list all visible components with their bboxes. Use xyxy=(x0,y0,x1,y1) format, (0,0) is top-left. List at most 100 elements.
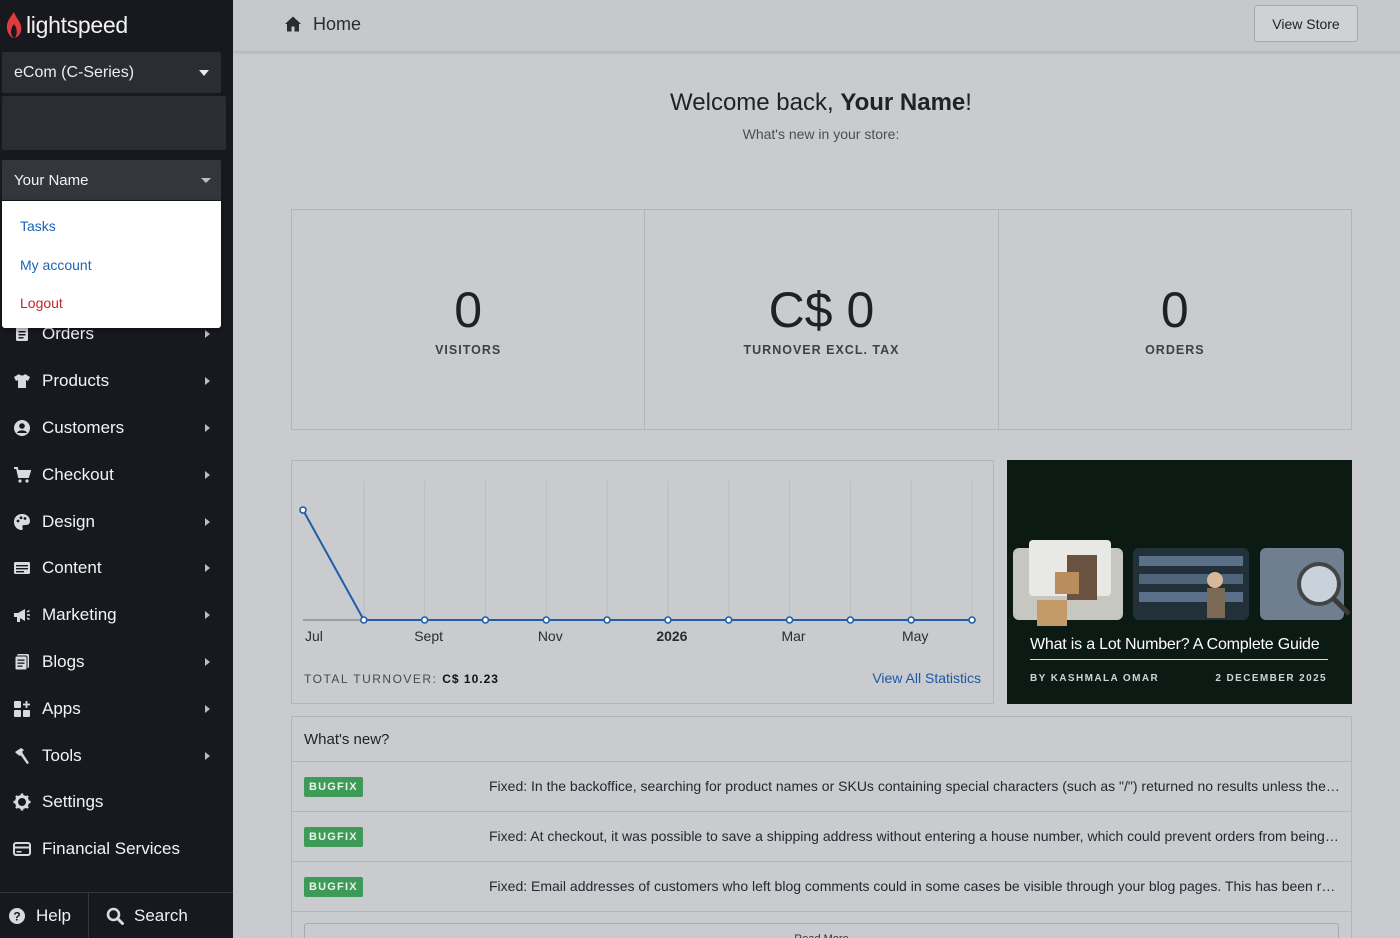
sidebar-item-label: Content xyxy=(42,558,102,578)
main-nav: Orders Products Customers Checkout Desig… xyxy=(0,311,233,873)
sidebar-item-tools[interactable]: Tools xyxy=(0,732,233,779)
chevron-right-icon xyxy=(205,470,210,479)
top-header: Home View Store xyxy=(233,0,1400,52)
help-button[interactable]: ? Help xyxy=(0,893,89,938)
bugfix-badge: BUGFIX xyxy=(304,877,363,897)
sidebar-item-blogs[interactable]: Blogs xyxy=(0,639,233,686)
data-point[interactable] xyxy=(420,616,429,624)
blog-article-card[interactable]: What is a Lot Number? A Complete Guide B… xyxy=(1007,460,1352,704)
data-point[interactable] xyxy=(299,506,307,514)
x-tick-label: Nov xyxy=(538,628,563,644)
welcome-name: Your Name xyxy=(840,89,966,116)
stat-label: TURNOVER EXCL. TAX xyxy=(743,343,900,357)
sidebar-item-apps[interactable]: Apps xyxy=(0,685,233,732)
view-store-button[interactable]: View Store xyxy=(1254,5,1358,42)
chevron-right-icon xyxy=(205,517,210,526)
sidebar-item-label: Design xyxy=(42,511,95,531)
list-item[interactable]: BUGFIX Fixed: In the backoffice, searchi… xyxy=(292,762,1351,812)
x-tick-label: Sept xyxy=(414,628,443,644)
sidebar-item-label: Checkout xyxy=(42,464,114,484)
apps-icon xyxy=(12,699,32,719)
chevron-right-icon xyxy=(205,377,210,386)
chevron-right-icon xyxy=(205,611,210,620)
chevron-right-icon xyxy=(205,704,210,713)
data-point[interactable] xyxy=(785,616,794,624)
update-text: Fixed: At checkout, it was possible to s… xyxy=(489,828,1341,844)
stat-turnover: C$ 0 TURNOVER EXCL. TAX xyxy=(645,210,999,429)
x-tick-label: 2026 xyxy=(656,628,687,644)
palette-icon xyxy=(12,512,32,532)
view-all-statistics-link[interactable]: View All Statistics xyxy=(872,670,981,686)
chevron-right-icon xyxy=(205,657,210,666)
sidebar-item-products[interactable]: Products xyxy=(0,358,233,405)
data-point[interactable] xyxy=(664,616,672,624)
welcome-suffix: ! xyxy=(965,89,972,116)
help-label: Help xyxy=(36,905,71,925)
sidebar: lightspeed eCom (C-Series) Your Name Ord… xyxy=(0,0,233,938)
hammer-icon xyxy=(12,746,32,766)
stats-panel: 0 VISITORS C$ 0 TURNOVER EXCL. TAX 0 ORD… xyxy=(291,209,1352,430)
data-point[interactable] xyxy=(907,616,915,624)
sidebar-footer: ? Help Search xyxy=(0,892,233,938)
sidebar-item-content[interactable]: Content xyxy=(0,545,233,592)
x-tick-label: Jul xyxy=(305,628,323,644)
sidebar-item-customers[interactable]: Customers xyxy=(0,405,233,452)
user-selector[interactable]: Your Name xyxy=(2,160,221,200)
sidebar-item-label: Apps xyxy=(42,698,81,718)
list-item[interactable]: BUGFIX Fixed: At checkout, it was possib… xyxy=(292,812,1351,862)
read-more-button[interactable]: Read More xyxy=(304,923,1339,938)
sidebar-item-design[interactable]: Design xyxy=(0,498,233,545)
menu-item-logout[interactable]: Logout xyxy=(2,284,221,323)
update-text: Fixed: Email addresses of customers who … xyxy=(489,878,1341,894)
stat-label: VISITORS xyxy=(435,343,502,357)
data-point[interactable] xyxy=(542,616,551,624)
data-point[interactable] xyxy=(360,616,368,624)
whats-new-panel: What's new? BUGFIX Fixed: In the backoff… xyxy=(291,716,1352,938)
x-tick-label: May xyxy=(902,628,928,644)
article-author: BY KASHMALA OMAR xyxy=(1030,673,1160,684)
list-item[interactable]: BUGFIX Fixed: Email addresses of custome… xyxy=(292,862,1351,912)
sidebar-item-marketing[interactable]: Marketing xyxy=(0,592,233,639)
article-date: 2 DECEMBER 2025 xyxy=(1215,673,1327,684)
chevron-right-icon xyxy=(205,751,210,760)
welcome-heading: Welcome back, Your Name! xyxy=(233,89,1400,117)
stat-orders: 0 ORDERS xyxy=(999,210,1351,429)
data-point[interactable] xyxy=(724,616,733,624)
search-icon xyxy=(106,907,124,925)
sidebar-item-checkout[interactable]: Checkout xyxy=(0,451,233,498)
card-icon xyxy=(12,839,32,859)
user-dropdown-menu: Tasks My account Logout xyxy=(2,201,221,328)
article-illustration xyxy=(1007,460,1352,630)
svg-text:?: ? xyxy=(13,909,20,923)
data-point[interactable] xyxy=(603,616,611,624)
user-circle-icon xyxy=(12,418,32,438)
store-selector[interactable]: eCom (C-Series) xyxy=(2,52,221,93)
bugfix-badge: BUGFIX xyxy=(304,777,363,797)
shirt-icon xyxy=(12,371,32,391)
user-selector-label: Your Name xyxy=(14,171,89,189)
article-title: What is a Lot Number? A Complete Guide xyxy=(1030,636,1328,660)
page-title: Home xyxy=(313,14,362,34)
search-button[interactable]: Search xyxy=(89,893,188,938)
data-point[interactable] xyxy=(846,616,855,624)
sidebar-item-label: Settings xyxy=(42,792,104,812)
series-line xyxy=(302,509,972,621)
sidebar-item-settings[interactable]: Settings xyxy=(0,779,233,826)
x-tick-label: Mar xyxy=(781,628,805,644)
sidebar-item-financial-services[interactable]: Financial Services xyxy=(0,826,233,873)
stat-label: ORDERS xyxy=(1145,343,1205,357)
megaphone-icon xyxy=(12,605,32,625)
turnover-chart-card: Jul Sept Nov 2026 Mar May TOTAL TURNOVER: C$ … xyxy=(291,460,994,704)
stat-value: C$ 0 xyxy=(768,282,875,338)
menu-item-tasks[interactable]: Tasks xyxy=(2,207,221,246)
bugfix-badge: BUGFIX xyxy=(304,827,363,847)
chevron-right-icon xyxy=(205,330,210,339)
update-text: Fixed: In the backoffice, searching for … xyxy=(489,778,1341,794)
data-point[interactable] xyxy=(968,616,976,624)
menu-item-my-account[interactable]: My account xyxy=(2,246,221,285)
help-icon: ? xyxy=(8,907,26,925)
welcome-prefix: Welcome back, xyxy=(670,89,841,116)
data-point[interactable] xyxy=(481,616,490,624)
lightspeed-logo[interactable]: lightspeed xyxy=(4,10,128,40)
total-turnover-value: C$ 10.23 xyxy=(442,672,499,686)
